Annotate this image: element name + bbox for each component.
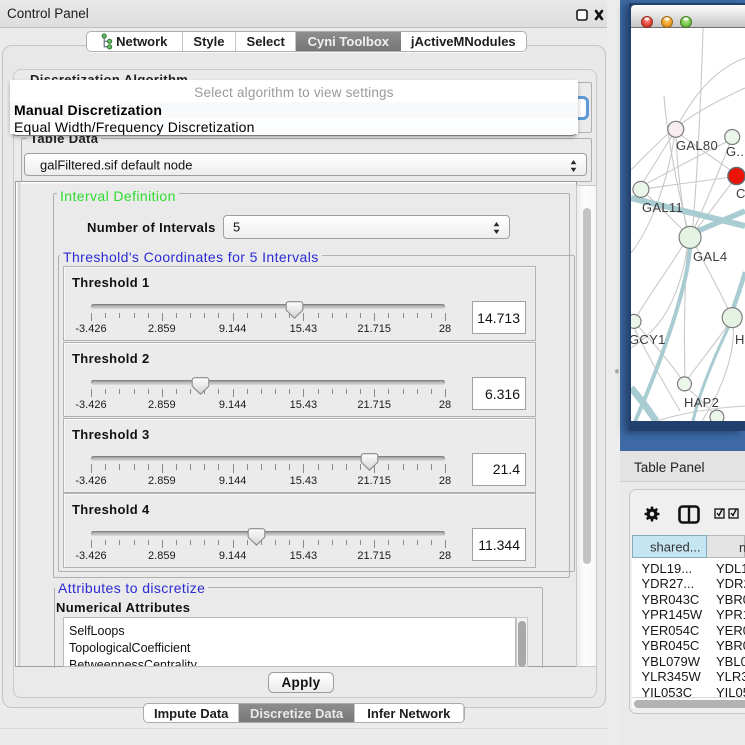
svg-text:G...: G...	[726, 144, 745, 159]
svg-text:H: H	[735, 332, 745, 347]
svg-text:GAL11: GAL11	[642, 200, 683, 215]
svg-text:GAL4: GAL4	[693, 249, 727, 264]
svg-text:GAL80: GAL80	[676, 138, 718, 153]
svg-text:GCY1: GCY1	[631, 332, 666, 347]
svg-text:C...: C...	[736, 186, 745, 201]
svg-text:HAP2: HAP2	[684, 395, 719, 410]
